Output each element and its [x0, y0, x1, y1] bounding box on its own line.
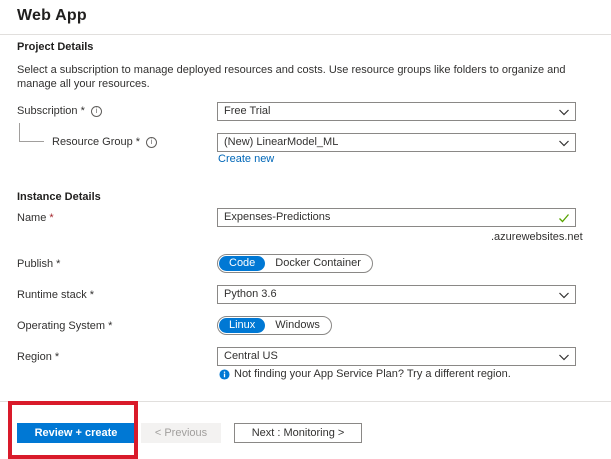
name-value: Expenses-Predictions: [224, 211, 331, 223]
name-label-row: Name *: [17, 212, 54, 224]
region-notice: Not finding your App Service Plan? Try a…: [219, 368, 511, 380]
chevron-down-icon: [559, 109, 569, 116]
publish-option-code[interactable]: Code: [219, 256, 266, 271]
project-details-heading: Project Details: [17, 41, 94, 53]
create-new-link[interactable]: Create new: [218, 153, 274, 165]
next-monitoring-button[interactable]: Next : Monitoring >: [234, 423, 362, 443]
os-label: Operating System *: [17, 320, 113, 332]
checkmark-icon: [559, 214, 569, 223]
os-option-windows[interactable]: Windows: [265, 318, 330, 333]
resource-group-select[interactable]: (New) LinearModel_ML: [217, 133, 576, 152]
region-label: Region *: [17, 351, 60, 363]
info-icon[interactable]: i: [146, 137, 158, 148]
publish-option-docker[interactable]: Docker Container: [265, 256, 371, 271]
runtime-stack-value: Python 3.6: [224, 288, 277, 300]
tree-connector: [19, 123, 44, 142]
chevron-down-icon: [559, 354, 569, 361]
subscription-select[interactable]: Free Trial: [217, 102, 576, 121]
runtime-stack-label: Runtime stack *: [17, 289, 95, 301]
info-icon[interactable]: i: [90, 106, 102, 117]
os-option-linux[interactable]: Linux: [219, 318, 266, 333]
chevron-down-icon: [559, 292, 569, 299]
resource-group-label-row: Resource Group * i: [52, 136, 158, 148]
runtime-stack-select[interactable]: Python 3.6: [217, 285, 576, 304]
resource-group-label: Resource Group *: [52, 136, 141, 148]
footer-divider: [0, 401, 611, 402]
region-value: Central US: [224, 350, 278, 362]
page-title: Web App: [17, 7, 87, 24]
region-notice-text: Not finding your App Service Plan? Try a…: [234, 368, 511, 380]
instance-details-heading: Instance Details: [17, 191, 101, 203]
os-toggle[interactable]: Linux Windows: [217, 316, 332, 335]
subscription-label-row: Subscription * i: [17, 105, 102, 117]
region-select[interactable]: Central US: [217, 347, 576, 366]
subscription-value: Free Trial: [224, 105, 271, 117]
header-bar: [0, 0, 611, 35]
review-create-button[interactable]: Review + create: [17, 423, 135, 443]
chevron-down-icon: [559, 140, 569, 147]
subscription-label: Subscription *: [17, 105, 85, 117]
publish-label: Publish *: [17, 258, 61, 270]
previous-button[interactable]: < Previous: [141, 423, 221, 443]
resource-group-value: (New) LinearModel_ML: [224, 136, 339, 148]
domain-suffix: .azurewebsites.net: [491, 231, 583, 243]
publish-toggle[interactable]: Code Docker Container: [217, 254, 373, 273]
project-description: Select a subscription to manage deployed…: [17, 64, 566, 90]
name-label: Name: [17, 212, 47, 224]
name-input[interactable]: Expenses-Predictions: [217, 208, 576, 227]
required-asterisk: *: [49, 212, 54, 224]
info-filled-icon: [219, 368, 230, 380]
